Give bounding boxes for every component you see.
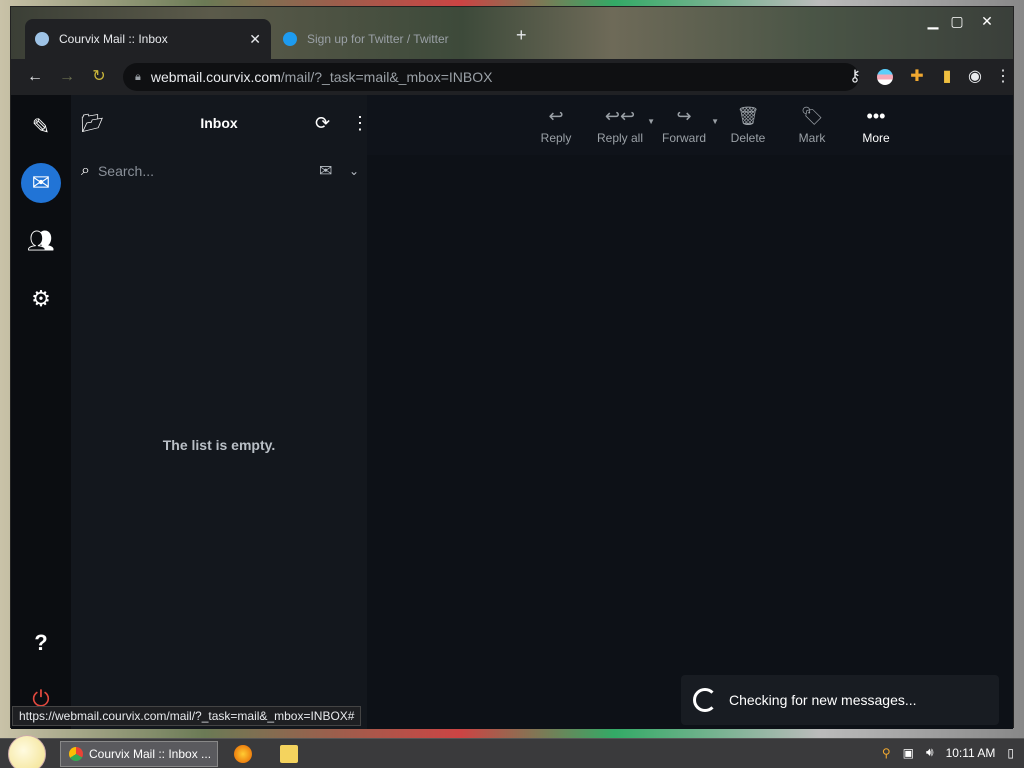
search-bar: ⌕ ✉ ⌄	[71, 151, 367, 191]
new-tab-icon[interactable]: +	[516, 25, 527, 46]
more-label: More	[862, 130, 890, 145]
mark-label: Mark	[798, 130, 826, 145]
settings-gear-icon[interactable]: ⚙	[21, 279, 61, 319]
chevron-down-icon[interactable]: ⌄	[349, 164, 359, 178]
forward-dropdown-icon[interactable]: ▼	[711, 117, 719, 126]
volume-icon[interactable]: 🔊︎	[926, 745, 934, 760]
delete-label: Delete	[730, 130, 766, 145]
message-toolbar: ↩ Reply ↩↩ Reply all ▼ ↪ Forward ▼ 🗑︎ De…	[367, 95, 1013, 155]
forward-label: Forward	[661, 130, 706, 145]
compose-icon[interactable]: ✎	[21, 107, 61, 147]
forward-nav-icon[interactable]: →	[55, 65, 79, 89]
password-key-icon[interactable]: ⚷	[843, 65, 867, 89]
task-label: Courvix Mail :: Inbox ...	[89, 747, 212, 761]
mail-envelope-icon[interactable]: ✉	[21, 163, 61, 203]
notification-toast: Checking for new messages...	[681, 675, 999, 725]
help-icon[interactable]: ?	[21, 623, 61, 663]
tag-icon: 🏷︎	[800, 105, 824, 126]
forward-icon: ↪	[676, 105, 692, 126]
chrome-icon	[69, 747, 83, 761]
reply-icon: ↩	[548, 105, 564, 126]
empty-list-message: The list is empty.	[162, 437, 276, 453]
reply-all-label: Reply all	[596, 130, 644, 145]
browser-menu-icon[interactable]: ⋮	[991, 65, 1015, 89]
list-header: 📂︎ Inbox ⟳ ⋮	[71, 95, 369, 151]
tab-strip: Courvix Mail :: Inbox ✕ Sign up for Twit…	[11, 7, 1013, 59]
message-list-panel: 📂︎ Inbox ⟳ ⋮ ⌕ ✉ ⌄ The list is empty.	[71, 95, 369, 729]
back-icon[interactable]: ←	[23, 65, 47, 89]
search-tray-icon[interactable]: ⚲	[882, 746, 891, 760]
message-content-panel: ↩ Reply ↩↩ Reply all ▼ ↪ Forward ▼ 🗑︎ De…	[367, 95, 1013, 729]
extensions-puzzle-icon[interactable]: ✚	[905, 65, 929, 89]
tab-title: Courvix Mail :: Inbox	[59, 32, 168, 46]
profile-avatar-icon[interactable]: ◉	[963, 65, 987, 89]
browser-toolbar: ← → ↻ 🔒︎ webmail.courvix.com /mail/?_tas…	[11, 59, 1013, 95]
refresh-icon[interactable]: ⟳	[315, 113, 330, 134]
forward-button[interactable]: ↪ Forward ▼	[655, 95, 719, 155]
start-button[interactable]	[8, 735, 46, 768]
trash-icon: 🗑︎	[736, 105, 760, 126]
reply-all-icon: ↩↩	[604, 105, 636, 126]
roundcube-app: ✎ ✉ 👥︎ ⚙ ? ⏻ 📂︎ Inbox ⟳ ⋮ ⌕ ✉ ⌄ The list…	[11, 95, 1013, 729]
reply-all-button[interactable]: ↩↩ Reply all ▼	[591, 95, 655, 155]
tab-twitter[interactable]: Sign up for Twitter / Twitter	[273, 19, 513, 59]
envelope-filter-icon[interactable]: ✉	[319, 161, 332, 181]
search-input[interactable]	[97, 163, 298, 179]
reload-icon[interactable]: ↻	[87, 65, 111, 89]
roundcube-favicon-icon	[35, 32, 49, 46]
system-tray: ⚲ ▣ 🔊︎ 10:11 AM ▯	[882, 745, 1014, 760]
url-host: webmail.courvix.com	[150, 69, 281, 85]
taskbar-chrome-window[interactable]: Courvix Mail :: Inbox ...	[60, 741, 218, 767]
close-window-icon[interactable]: ✕	[973, 11, 1001, 31]
search-icon: ⌕	[81, 162, 90, 179]
mark-button[interactable]: 🏷︎ Mark	[783, 95, 841, 155]
taskbar: Courvix Mail :: Inbox ... ⚲ ▣ 🔊︎ 10:11 A…	[0, 735, 1024, 768]
nav-rail: ✎ ✉ 👥︎ ⚙ ? ⏻	[11, 95, 71, 729]
tab-title: Sign up for Twitter / Twitter	[307, 32, 449, 46]
address-bar[interactable]: 🔒︎ webmail.courvix.com /mail/?_task=mail…	[123, 63, 859, 91]
url-path: /mail/?_task=mail&_mbox=INBOX	[280, 69, 493, 85]
tab-courvix-mail[interactable]: Courvix Mail :: Inbox ✕	[25, 19, 271, 59]
show-desktop-icon[interactable]: ▯	[1007, 746, 1014, 760]
contacts-icon[interactable]: 👥︎	[21, 221, 61, 261]
more-button[interactable]: ••• More	[847, 95, 905, 155]
close-tab-icon[interactable]: ✕	[249, 31, 261, 48]
file-explorer-icon[interactable]	[280, 745, 298, 763]
firefox-icon[interactable]	[234, 745, 252, 763]
clock[interactable]: 10:11 AM	[946, 746, 996, 760]
browser-window: Courvix Mail :: Inbox ✕ Sign up for Twit…	[10, 6, 1014, 729]
lock-icon: 🔒︎	[135, 70, 141, 83]
toast-text: Checking for new messages...	[729, 692, 917, 708]
more-icon: •••	[866, 105, 886, 126]
reply-label: Reply	[540, 130, 572, 145]
link-status-url: https://webmail.courvix.com/mail/?_task=…	[12, 706, 362, 726]
sidebar-icon[interactable]: ▮	[935, 65, 959, 89]
network-icon[interactable]: ▣	[903, 746, 914, 760]
extension-flag-icon[interactable]	[873, 65, 897, 89]
loading-spinner-icon	[693, 688, 717, 712]
maximize-icon[interactable]: ▢	[943, 11, 971, 31]
delete-button[interactable]: 🗑︎ Delete	[719, 95, 777, 155]
reply-button[interactable]: ↩ Reply	[527, 95, 585, 155]
twitter-favicon-icon	[283, 32, 297, 46]
reply-all-dropdown-icon[interactable]: ▼	[647, 117, 655, 126]
